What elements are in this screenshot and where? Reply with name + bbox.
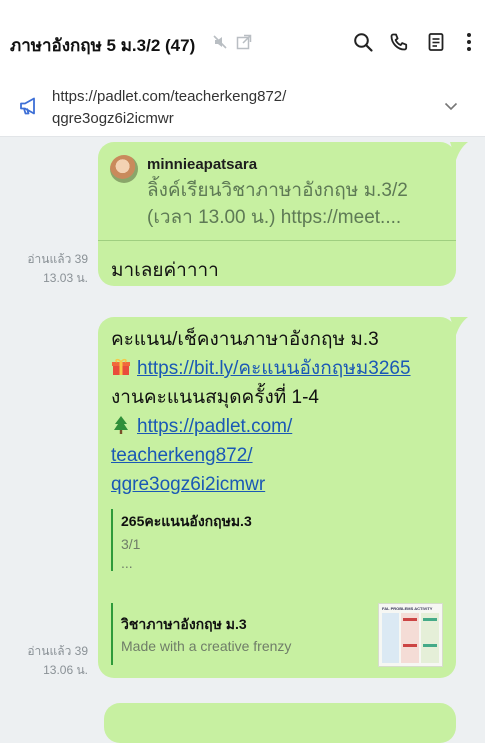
mute-icon <box>213 35 227 49</box>
message-text: มาเลยค่าาาา <box>111 260 219 281</box>
message-line-6: qgre3ogz6i2icmwr <box>111 470 265 499</box>
read-receipt: อ่านแล้ว 39 <box>27 644 88 658</box>
popout-icon[interactable] <box>235 33 253 51</box>
reply-line-2: (เวลา 13.00 น.) https://meet.... <box>147 207 402 228</box>
bubble-tail <box>450 142 468 160</box>
read-receipt: อ่านแล้ว 39 <box>27 252 88 266</box>
gift-icon <box>112 358 130 375</box>
megaphone-icon <box>20 97 35 115</box>
reply-line-1: ลิ้งค์เรียนวิชาภาษาอังกฤษ ม.3/2 <box>147 180 408 201</box>
message-line-1: คะแนน/เช็คงานภาษาอังกฤษ ม.3 <box>111 329 379 350</box>
chat-title[interactable]: ภาษาอังกฤษ 5 ม.3/2 (47) <box>10 32 195 59</box>
padlet-link-part-3[interactable]: qgre3ogz6i2icmwr <box>111 474 265 495</box>
pinned-line-1: https://padlet.com/teacherkeng872/ <box>52 88 287 105</box>
search-icon[interactable] <box>352 31 374 53</box>
thumbnail-mark <box>423 618 437 621</box>
reply-quote[interactable]: ลิ้งค์เรียนวิชาภาษาอังกฤษ ม.3/2 (เวลา 13… <box>147 177 437 231</box>
thumbnail-mark <box>403 618 417 621</box>
phone-icon[interactable] <box>388 31 410 53</box>
link-preview-ellipsis: ... <box>121 555 133 571</box>
message-bubble[interactable] <box>104 703 456 743</box>
bubble-tail <box>450 317 468 335</box>
link-preview-title[interactable]: 265คะแนนอังกฤษม.3 <box>121 511 252 533</box>
thumbnail-mark <box>403 644 417 647</box>
pinned-text: https://padlet.com/teacherkeng872/ qgre3… <box>52 86 352 130</box>
message-line-5: teacherkeng872/ <box>111 441 253 470</box>
thumbnail-mark <box>423 644 437 647</box>
chevron-down-icon[interactable] <box>442 97 460 115</box>
message-line-2: https://bit.ly/คะแนนอังกฤษม3265 <box>111 354 411 383</box>
message-time: 13.03 น. <box>43 271 88 285</box>
message-line-3: งานคะแนนสมุดครั้งที่ 1-4 <box>111 387 319 408</box>
padlet-link-part-2[interactable]: teacherkeng872/ <box>111 445 253 466</box>
link-preview-description: Made with a creative frenzy <box>121 638 292 654</box>
reply-divider <box>98 240 456 241</box>
link-preview-title[interactable]: วิชาภาษาอังกฤษ ม.3 <box>121 614 247 636</box>
thumbnail-column <box>382 613 399 663</box>
preview-accent-bar <box>111 509 113 571</box>
message-time: 13.06 น. <box>43 663 88 677</box>
notes-icon[interactable] <box>425 31 447 53</box>
link-preview-subtitle: 3/1 <box>121 536 141 552</box>
pinned-line-2: qgre3ogz6i2icmwr <box>52 110 174 127</box>
padlet-link-part-1[interactable]: https://padlet.com/ <box>137 416 292 437</box>
link-preview-thumbnail[interactable]: FAL PROBLEMS ACTIVITY <box>378 603 443 667</box>
more-icon[interactable] <box>458 31 480 53</box>
tree-icon <box>114 416 128 434</box>
reply-username: minnieapatsara <box>147 156 258 173</box>
thumbnail-caption: FAL PROBLEMS ACTIVITY <box>382 606 433 611</box>
score-link[interactable]: https://bit.ly/คะแนนอังกฤษม3265 <box>137 358 411 379</box>
avatar[interactable] <box>110 155 138 183</box>
preview-accent-bar <box>111 603 113 665</box>
message-line-4: https://padlet.com/ <box>111 412 292 441</box>
